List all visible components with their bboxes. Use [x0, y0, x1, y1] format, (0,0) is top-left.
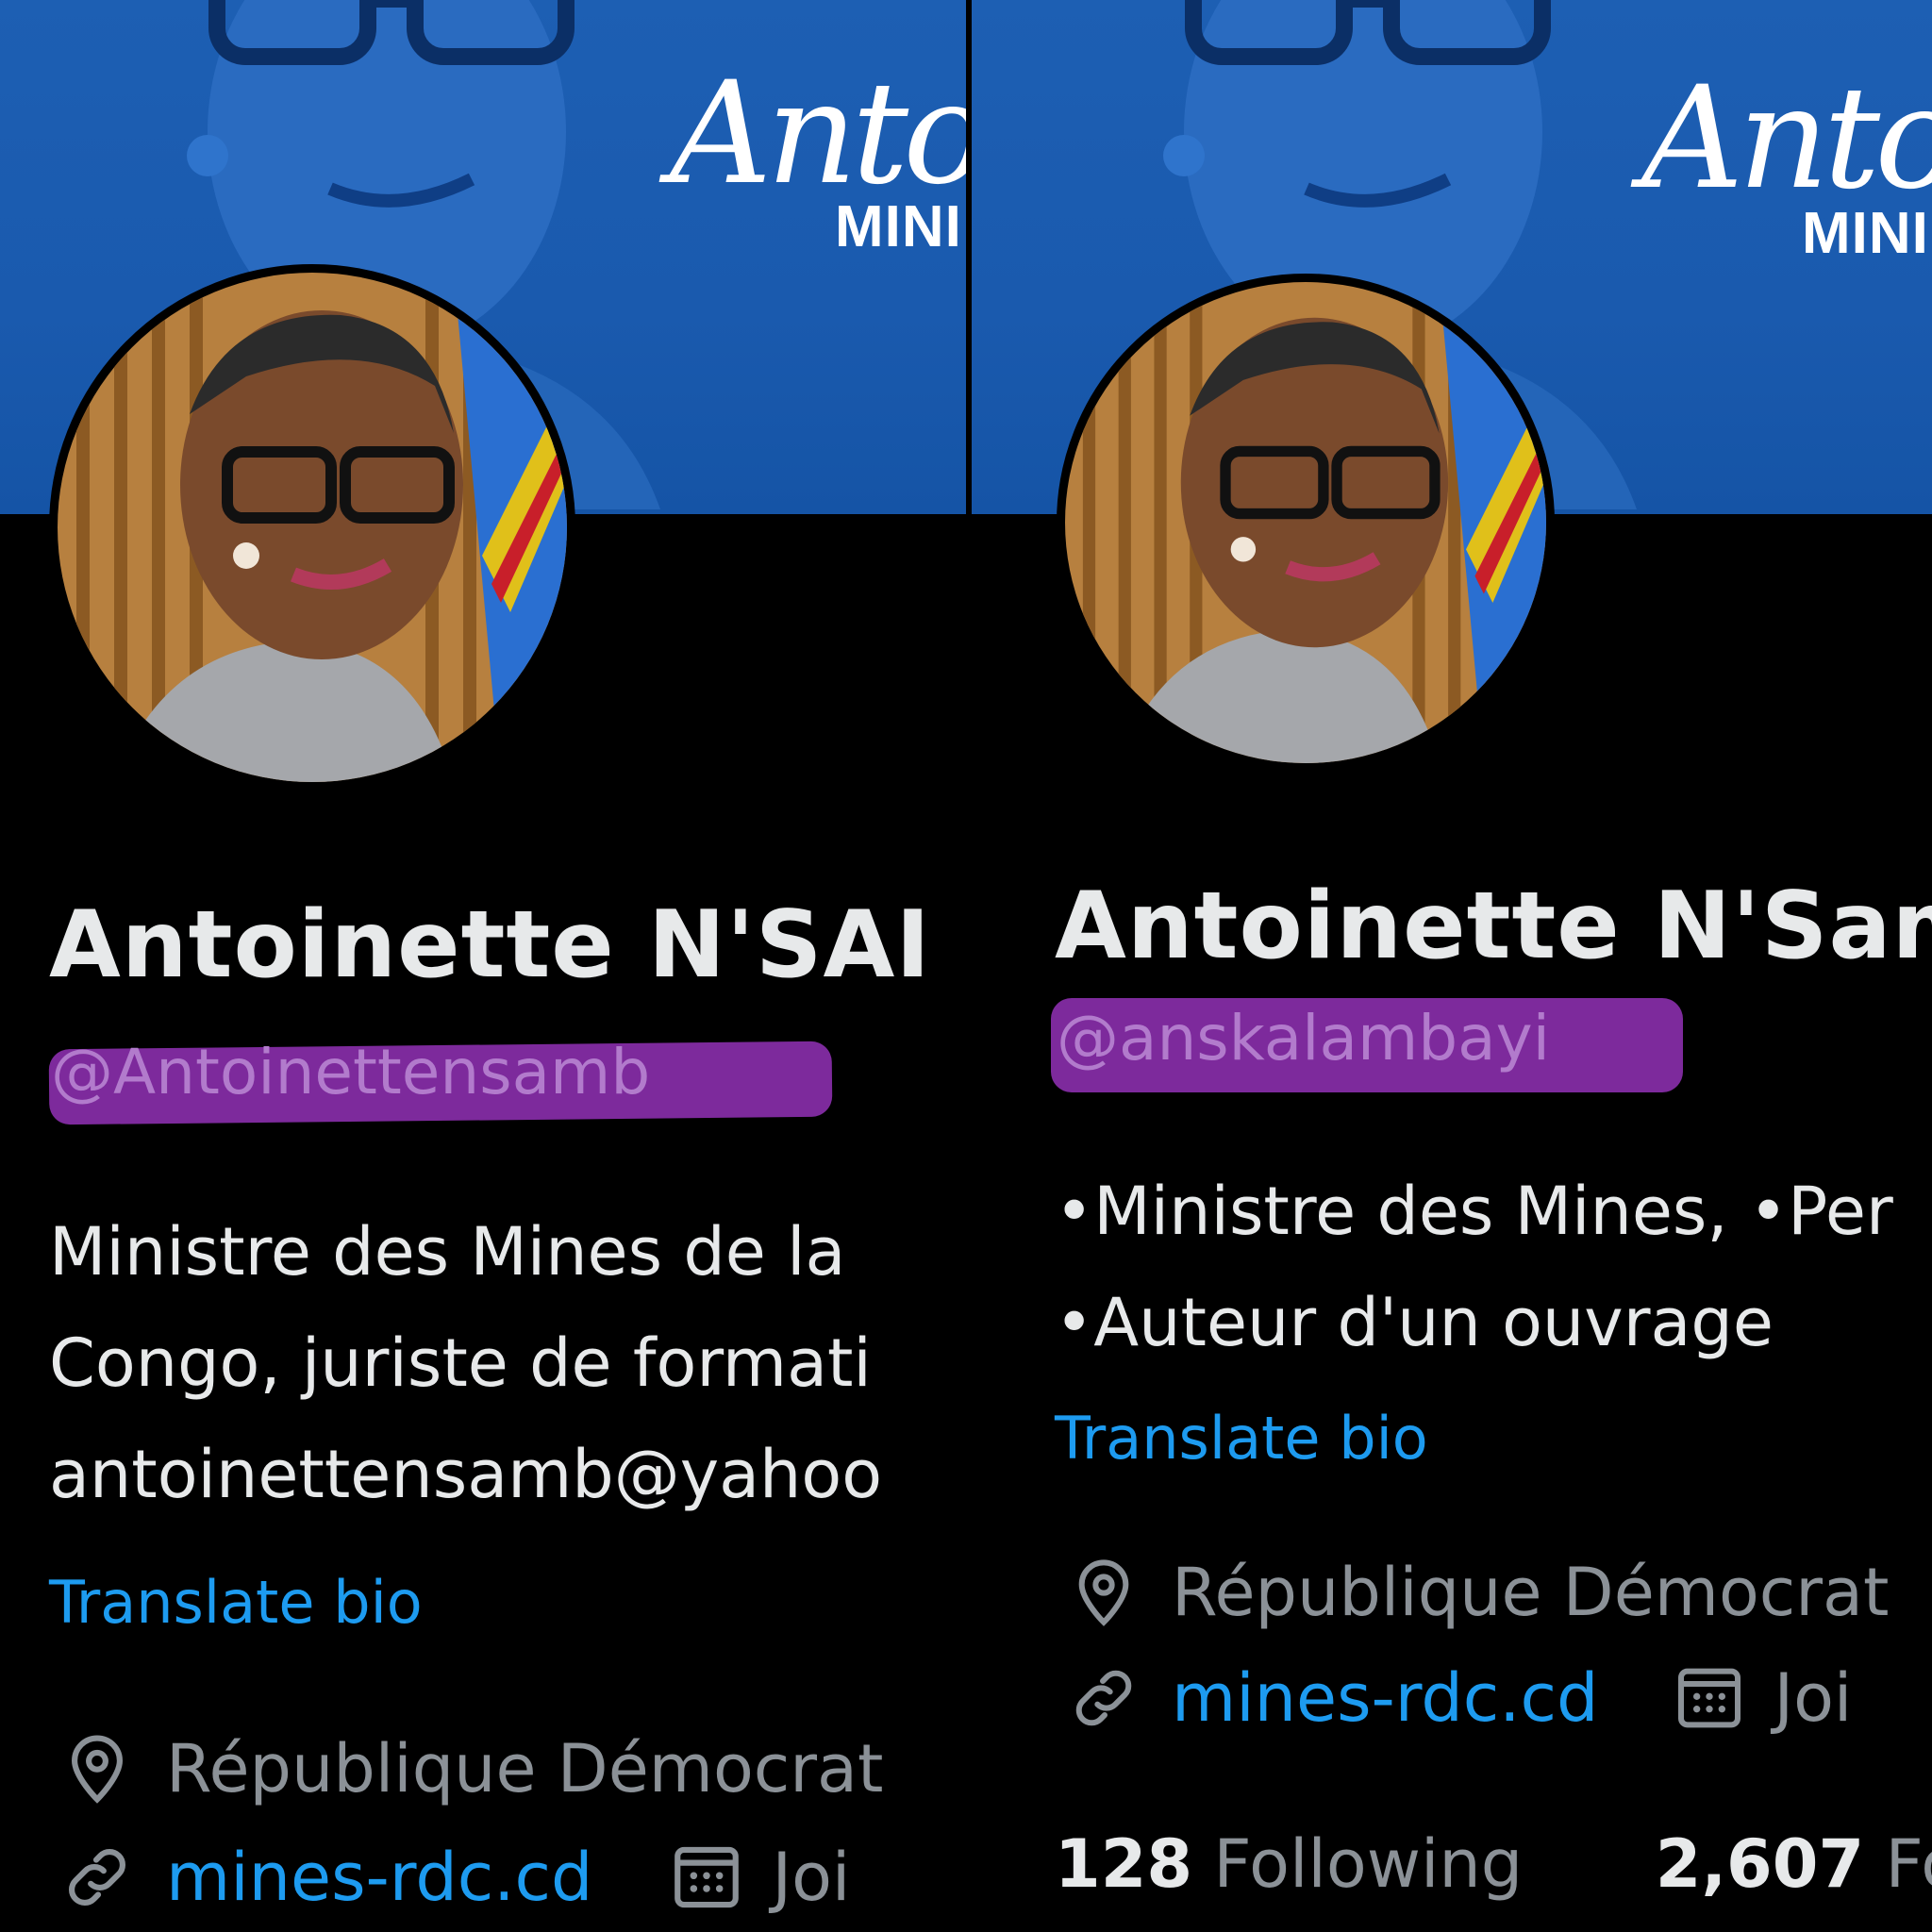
translate-bio-link[interactable]: Translate bio — [49, 1568, 423, 1637]
following-label: Following — [1213, 1825, 1524, 1903]
profile-bio: Ministre des Mines de la Congo, juriste … — [49, 1196, 882, 1530]
following-count: 128 — [1055, 1825, 1193, 1903]
website-joined-row: mines-rdc.cd Joi — [58, 1835, 850, 1920]
left-profile-screenshot: Antoi MINI Antoinette N'SAI @Anto — [0, 0, 966, 1932]
bio-line: Ministre des Mines de la — [49, 1213, 846, 1291]
profile-bio: •Ministre des Mines, •Per •Auteur d'un o… — [1055, 1156, 1893, 1378]
banner-signature: Antoi — [1641, 57, 1932, 221]
link-icon — [69, 1849, 125, 1906]
profile-display-name: Antoinette N'Sam — [1055, 873, 1932, 980]
right-profile-screenshot: Antoi MINI Antoinette N'Sam @ansk — [972, 0, 1932, 1932]
banner-title: MINI — [1802, 201, 1929, 266]
profile-handle: @Antoinettensamb — [51, 1036, 651, 1108]
translate-bio-link[interactable]: Translate bio — [1055, 1404, 1428, 1473]
profile-joined-date: Joi — [772, 1839, 851, 1916]
calendar-icon — [675, 1846, 740, 1908]
following-link[interactable]: 128 Following — [1055, 1825, 1523, 1903]
location-pin-icon — [1078, 1559, 1129, 1626]
location-pin-icon — [72, 1735, 123, 1804]
bio-line: •Ministre des Mines, •Per — [1055, 1173, 1893, 1250]
profile-display-name: Antoinette N'SAI — [49, 891, 931, 999]
profile-website-link[interactable]: mines-rdc.cd — [1172, 1659, 1598, 1737]
profile-location: République Démocrat — [1172, 1554, 1890, 1631]
profile-website-link[interactable]: mines-rdc.cd — [166, 1839, 592, 1916]
profile-location: République Démocrat — [166, 1730, 884, 1807]
bio-line: antoinettensamb@yahoo — [49, 1436, 883, 1513]
banner-title: MINI — [835, 194, 962, 259]
bio-line: Congo, juriste de formati — [49, 1324, 872, 1402]
profile-avatar[interactable] — [49, 264, 575, 791]
profile-avatar[interactable] — [1057, 274, 1555, 772]
website-joined-row: mines-rdc.cd Joi — [1066, 1656, 1852, 1740]
location-row: République Démocrat — [58, 1726, 883, 1811]
location-row: République Démocrat — [1066, 1550, 1889, 1635]
calendar-icon — [1678, 1668, 1741, 1728]
avatar-photo — [1065, 282, 1546, 763]
followers-link[interactable]: 2,607 Fo — [1656, 1825, 1932, 1903]
followers-count: 2,607 — [1655, 1825, 1865, 1903]
avatar-photo — [58, 273, 567, 782]
followers-label: Fo — [1885, 1825, 1932, 1903]
bio-line: •Auteur d'un ouvrage — [1055, 1284, 1774, 1361]
follow-stats: 128 Following 2,607 Fo — [1055, 1825, 1932, 1903]
profile-handle: @anskalambayi — [1057, 1002, 1550, 1074]
link-icon — [1075, 1670, 1132, 1726]
profile-joined-date: Joi — [1774, 1659, 1853, 1737]
banner-signature: Antoi — [670, 52, 966, 216]
